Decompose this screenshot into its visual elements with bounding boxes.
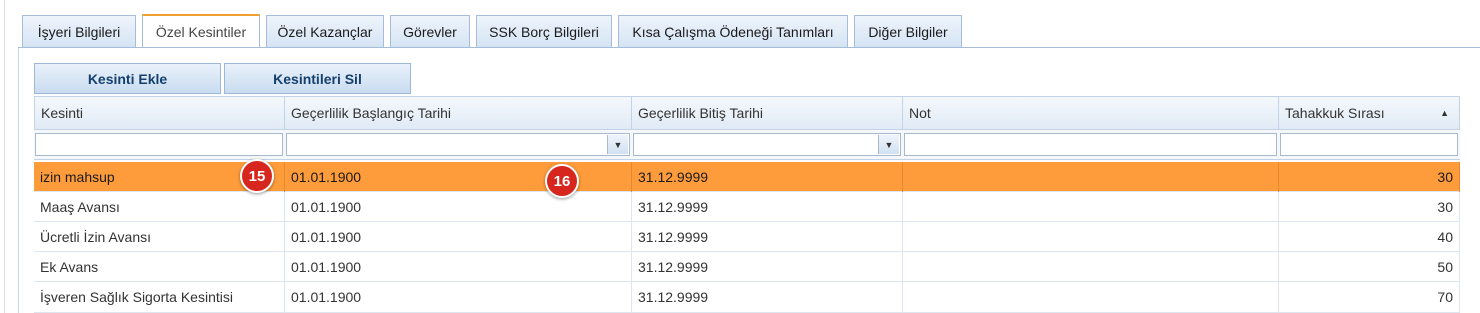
- cell-bitis: 31.12.9999: [632, 162, 903, 192]
- delete-deductions-button[interactable]: Kesintileri Sil: [224, 63, 411, 94]
- cell-not: [903, 252, 1279, 282]
- cell-bitis: 31.12.9999: [632, 282, 903, 312]
- filter-tahakkuk-input[interactable]: [1280, 133, 1458, 156]
- cell-not: [903, 192, 1279, 222]
- filter-bitis-input[interactable]: ▼: [633, 133, 901, 156]
- cell-tahakkuk-sirasi: 40: [1279, 222, 1460, 252]
- chevron-down-icon[interactable]: ▼: [607, 135, 628, 154]
- tab-ssk-borc-bilgileri[interactable]: SSK Borç Bilgileri: [476, 15, 612, 47]
- cell-not: [903, 162, 1279, 192]
- add-deduction-button[interactable]: Kesinti Ekle: [34, 63, 221, 94]
- cell-tahakkuk-sirasi: 50: [1279, 252, 1460, 282]
- cell-not: [903, 282, 1279, 312]
- cell-baslangic: 01.01.1900: [285, 192, 632, 222]
- cell-bitis: 31.12.9999: [632, 222, 903, 252]
- step-badge-15: 15: [240, 159, 274, 193]
- filter-kesinti-input[interactable]: [35, 133, 283, 156]
- cell-tahakkuk-sirasi: 70: [1279, 282, 1460, 312]
- cell-kesinti: İşveren Sağlık Sigorta Kesintisi: [34, 282, 285, 312]
- column-header-label: Tahakkuk Sırası: [1285, 105, 1385, 121]
- sort-ascending-icon: ▲: [1440, 108, 1449, 118]
- cell-baslangic: 01.01.1900: [285, 252, 632, 282]
- column-header-kesinti[interactable]: Kesinti: [34, 96, 285, 130]
- tab-ozel-kesintiler[interactable]: Özel Kesintiler: [142, 14, 260, 48]
- filter-baslangic-input[interactable]: ▼: [286, 133, 630, 156]
- cell-kesinti: Ücretli İzin Avansı: [34, 222, 285, 252]
- column-header-tahakkuk-sirasi[interactable]: Tahakkuk Sırası ▲: [1279, 96, 1460, 130]
- tab-gorevler[interactable]: Görevler: [390, 15, 470, 47]
- cell-baslangic: 01.01.1900: [285, 222, 632, 252]
- table-row[interactable]: Maaş Avansı 01.01.1900 31.12.9999 30: [34, 192, 1460, 222]
- tab-isyeri-bilgileri[interactable]: İşyeri Bilgileri: [22, 15, 136, 47]
- filter-not-input[interactable]: [904, 133, 1277, 156]
- filter-row: ▼ ▼: [34, 130, 1460, 160]
- table-row[interactable]: İşveren Sağlık Sigorta Kesintisi 01.01.1…: [34, 282, 1460, 313]
- column-header-label: Not: [909, 105, 931, 121]
- column-header-baslangic[interactable]: Geçerlilik Başlangıç Tarihi: [285, 96, 632, 130]
- tab-kisa-calisma-odenegi[interactable]: Kısa Çalışma Ödeneği Tanımları: [618, 15, 848, 47]
- cell-kesinti: Ek Avans: [34, 252, 285, 282]
- column-header-label: Kesinti: [41, 105, 84, 121]
- cell-bitis: 31.12.9999: [632, 252, 903, 282]
- column-header-label: Geçerlilik Başlangıç Tarihi: [291, 105, 452, 121]
- table-row[interactable]: Ek Avans 01.01.1900 31.12.9999 50: [34, 252, 1460, 282]
- cell-tahakkuk-sirasi: 30: [1279, 192, 1460, 222]
- tab-ozel-kazanclar[interactable]: Özel Kazançlar: [266, 15, 384, 47]
- chevron-down-icon[interactable]: ▼: [878, 135, 899, 154]
- cell-kesinti: Maaş Avansı: [34, 192, 285, 222]
- column-header-label: Geçerlilik Bitiş Tarihi: [638, 105, 763, 121]
- cell-bitis: 31.12.9999: [632, 192, 903, 222]
- tab-diger-bilgiler[interactable]: Diğer Bilgiler: [854, 15, 962, 47]
- cell-not: [903, 222, 1279, 252]
- step-badge-16: 16: [545, 164, 579, 198]
- cell-tahakkuk-sirasi: 30: [1279, 162, 1460, 192]
- column-header-bitis[interactable]: Geçerlilik Bitiş Tarihi: [632, 96, 903, 130]
- cell-baslangic: 01.01.1900: [285, 162, 632, 192]
- column-header-not[interactable]: Not: [903, 96, 1279, 130]
- table-row[interactable]: Ücretli İzin Avansı 01.01.1900 31.12.999…: [34, 222, 1460, 252]
- cell-baslangic: 01.01.1900: [285, 282, 632, 312]
